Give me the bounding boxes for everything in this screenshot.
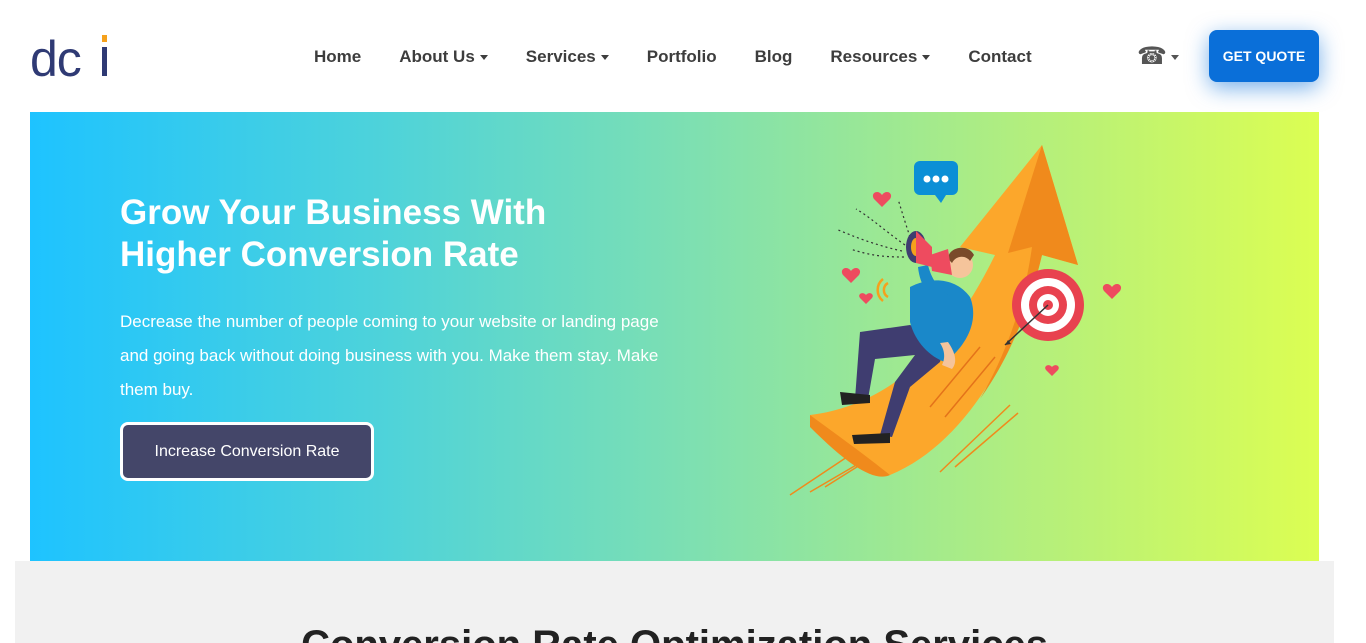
caret-down-icon xyxy=(479,55,488,60)
services-section: Conversion Rate Optimization Services xyxy=(15,561,1334,643)
increase-conversion-button[interactable]: Increase Conversion Rate xyxy=(120,422,374,481)
sound-waves xyxy=(835,198,911,258)
hero-description: Decrease the number of people coming to … xyxy=(120,312,659,399)
caret-down-icon xyxy=(1170,55,1179,60)
main-nav: Home About Us Services Portfolio Blog Re… xyxy=(314,46,1032,68)
nav-contact[interactable]: Contact xyxy=(968,47,1031,67)
dci-logo[interactable]: dc xyxy=(30,30,112,82)
nav-services[interactable]: Services xyxy=(526,47,609,67)
megaphone-man-on-rising-arrow-illustration xyxy=(789,145,1122,496)
hero-title: Grow Your Business With Higher Conversio… xyxy=(120,193,547,274)
svg-text:dc: dc xyxy=(30,31,81,82)
phone-icon: ☎ xyxy=(1137,43,1167,70)
nav-portfolio[interactable]: Portfolio xyxy=(647,47,717,67)
hero-banner: Grow Your Business With Higher Conversio… xyxy=(30,112,1319,561)
nav-blog[interactable]: Blog xyxy=(755,47,793,67)
section-title: Conversion Rate Optimization Services xyxy=(15,623,1334,643)
chat-bubble-icon xyxy=(914,161,958,203)
caret-down-icon xyxy=(600,55,609,60)
nav-home[interactable]: Home xyxy=(314,47,361,67)
nav-about-us[interactable]: About Us xyxy=(399,47,488,67)
signal-icon xyxy=(876,278,889,302)
get-quote-button[interactable]: GET QUOTE xyxy=(1209,30,1319,82)
phone-dropdown[interactable]: ☎ xyxy=(1137,44,1179,70)
caret-down-icon xyxy=(922,55,931,60)
nav-resources[interactable]: Resources xyxy=(830,47,931,67)
site-header: dc Home About Us Services Portfolio Blog… xyxy=(0,0,1366,112)
